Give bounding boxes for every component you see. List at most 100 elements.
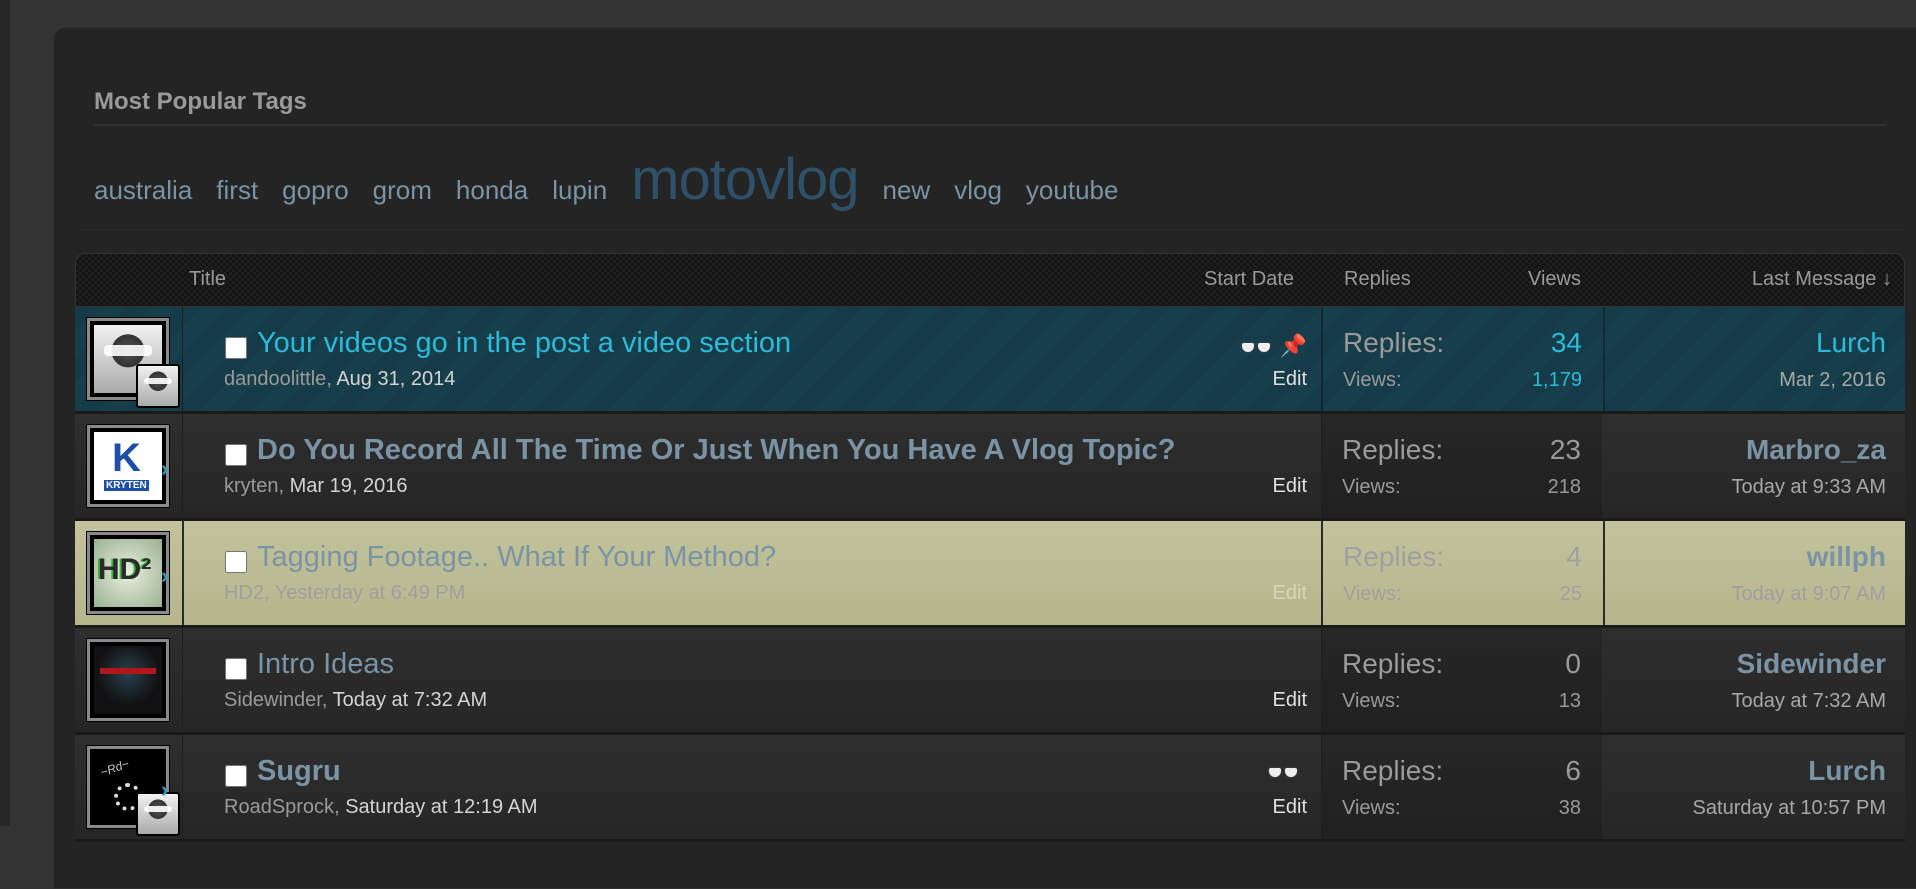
thread-main-cell: Do You Record All The Time Or Just When … [183,414,1319,518]
thread-title-link[interactable]: Intro Ideas [257,648,394,681]
replies-count: 23 [1549,434,1581,465]
thread-meta: HD2, Yesterday at 6:49 PM [224,582,465,605]
thread-author-link[interactable]: kryten [224,475,278,497]
thread-author-link[interactable]: HD2 [224,582,264,604]
edit-thread-link[interactable]: Edit [1273,796,1307,819]
last-message-date-link[interactable]: Today at 9:33 AM [1731,476,1886,499]
replies-count: 34 [1550,327,1582,358]
thread-title-link[interactable]: Tagging Footage.. What If Your Method? [257,541,776,574]
edit-thread-link[interactable]: Edit [1273,689,1307,712]
last-message-date-link[interactable]: Today at 7:32 AM [1731,690,1886,713]
last-message-cell: Lurch Saturday at 10:57 PM [1603,735,1904,839]
last-poster-link[interactable]: Sidewinder [1737,648,1886,680]
thread-row: Intro Ideas Sidewinder, Today at 7:32 AM… [75,628,1905,735]
tag-link[interactable]: first [216,160,258,220]
views-count: 25 [1559,583,1582,605]
thread-main-cell: Your videos go in the post a video secti… [183,307,1319,411]
heading-divider [94,124,1886,126]
thread-main-cell: Sugru RoadSprock, Saturday at 12:19 AM E… [183,735,1319,839]
tag-link[interactable]: new [883,160,931,220]
replies-count: 0 [1565,648,1581,679]
edit-thread-link[interactable]: Edit [1273,475,1307,498]
sort-by-title[interactable]: Title [189,268,226,291]
last-poster-link[interactable]: Lurch [1816,327,1886,359]
thread-select-checkbox[interactable] [225,551,247,573]
views-label: Views: [1343,369,1402,391]
thread-meta: dandoolittle, Aug 31, 2014 [224,368,455,391]
edit-thread-link[interactable]: Edit [1273,582,1307,605]
thread-start-date: Today at 7:32 AM [332,689,488,711]
tag-link[interactable]: australia [94,160,192,220]
replies-count: 4 [1566,541,1582,572]
last-message-date-link[interactable]: Saturday at 10:57 PM [1693,797,1886,820]
avatar-image [94,432,162,500]
thread-start-date: Saturday at 12:19 AM [345,796,538,818]
avatar-cell [75,628,183,732]
views-count: 218 [1547,476,1581,498]
avatar-cell: › [75,521,184,625]
watched-icon [1269,766,1299,778]
thread-list: Title Start Date Replies Views Last Mess… [75,253,1905,842]
replies-label: Replies: [1343,327,1445,358]
last-message-date-link[interactable]: Today at 9:07 AM [1731,583,1886,606]
thread-row: › Tagging Footage.. What If Your Method?… [75,521,1905,628]
tag-link[interactable]: gopro [282,160,349,220]
chevron-right-icon[interactable]: › [161,563,168,589]
tag-link-featured[interactable]: motovlog [631,150,859,210]
avatar-image [94,539,162,607]
left-edge-strip [0,0,10,826]
thread-stats-cell: Replies: 23 Views: 218 [1321,414,1602,518]
views-count: 1,179 [1531,369,1582,391]
thread-title-link[interactable]: Sugru [257,755,341,788]
sort-by-replies[interactable]: Replies [1344,268,1411,291]
watched-icon [1241,341,1272,353]
sort-by-start-date[interactable]: Start Date [1204,268,1294,291]
popular-tags-heading: Most Popular Tags [94,88,307,115]
last-message-date-link[interactable]: Mar 2, 2016 [1779,369,1886,392]
thread-author-link[interactable]: RoadSprock [224,796,334,818]
tag-link[interactable]: grom [373,160,432,220]
last-poster-link[interactable]: Marbro_za [1746,434,1886,466]
sticky-pin-icon: 📌 [1279,333,1307,358]
avatar[interactable] [86,531,170,615]
sort-by-views[interactable]: Views [1528,268,1581,291]
views-label: Views: [1342,690,1401,712]
avatar-cell [75,307,183,411]
thread-select-checkbox[interactable] [225,444,247,466]
thread-author-link[interactable]: dandoolittle [224,368,326,390]
thread-main-cell: Intro Ideas Sidewinder, Today at 7:32 AM… [183,628,1319,732]
last-poster-link[interactable]: Lurch [1808,755,1886,787]
avatar[interactable] [86,424,170,508]
thread-title-link[interactable]: Your videos go in the post a video secti… [257,327,791,360]
tag-link[interactable]: lupin [552,160,607,220]
thread-stats-cell: Replies: 4 Views: 25 [1321,521,1605,625]
meta-separator: , [334,796,346,818]
edit-thread-link[interactable]: Edit [1273,368,1307,391]
thread-meta: RoadSprock, Saturday at 12:19 AM [224,796,538,819]
avatar-cell: › [75,735,183,839]
last-message-cell: Marbro_za Today at 9:33 AM [1603,414,1904,518]
thread-main-cell: Tagging Footage.. What If Your Method? H… [183,521,1319,625]
tag-link[interactable]: youtube [1026,160,1119,220]
tag-link[interactable]: vlog [954,160,1002,220]
thread-start-date: Aug 31, 2014 [336,368,456,390]
tag-cloud: australia first gopro grom honda lupin m… [94,150,1142,210]
meta-separator: , [321,689,333,711]
avatar[interactable] [86,638,170,722]
thread-author-link[interactable]: Sidewinder [224,689,322,711]
tag-link[interactable]: honda [456,160,528,220]
last-poster-link[interactable]: willph [1807,541,1886,573]
chevron-right-icon[interactable]: › [161,777,168,803]
sort-by-last-message[interactable]: Last Message ↓ [1752,268,1892,291]
last-poster-mini-avatar[interactable] [136,364,180,408]
thread-select-checkbox[interactable] [225,337,247,359]
thread-select-checkbox[interactable] [225,658,247,680]
last-poster-mini-avatar[interactable] [136,792,180,836]
chevron-right-icon[interactable]: › [161,456,168,482]
avatar-image [94,646,162,714]
thread-title-link[interactable]: Do You Record All The Time Or Just When … [257,434,1175,467]
replies-label: Replies: [1342,434,1444,465]
thread-select-checkbox[interactable] [225,765,247,787]
thread-start-date: Mar 19, 2016 [289,475,408,497]
thread-start-date: Yesterday at 6:49 PM [274,582,466,604]
